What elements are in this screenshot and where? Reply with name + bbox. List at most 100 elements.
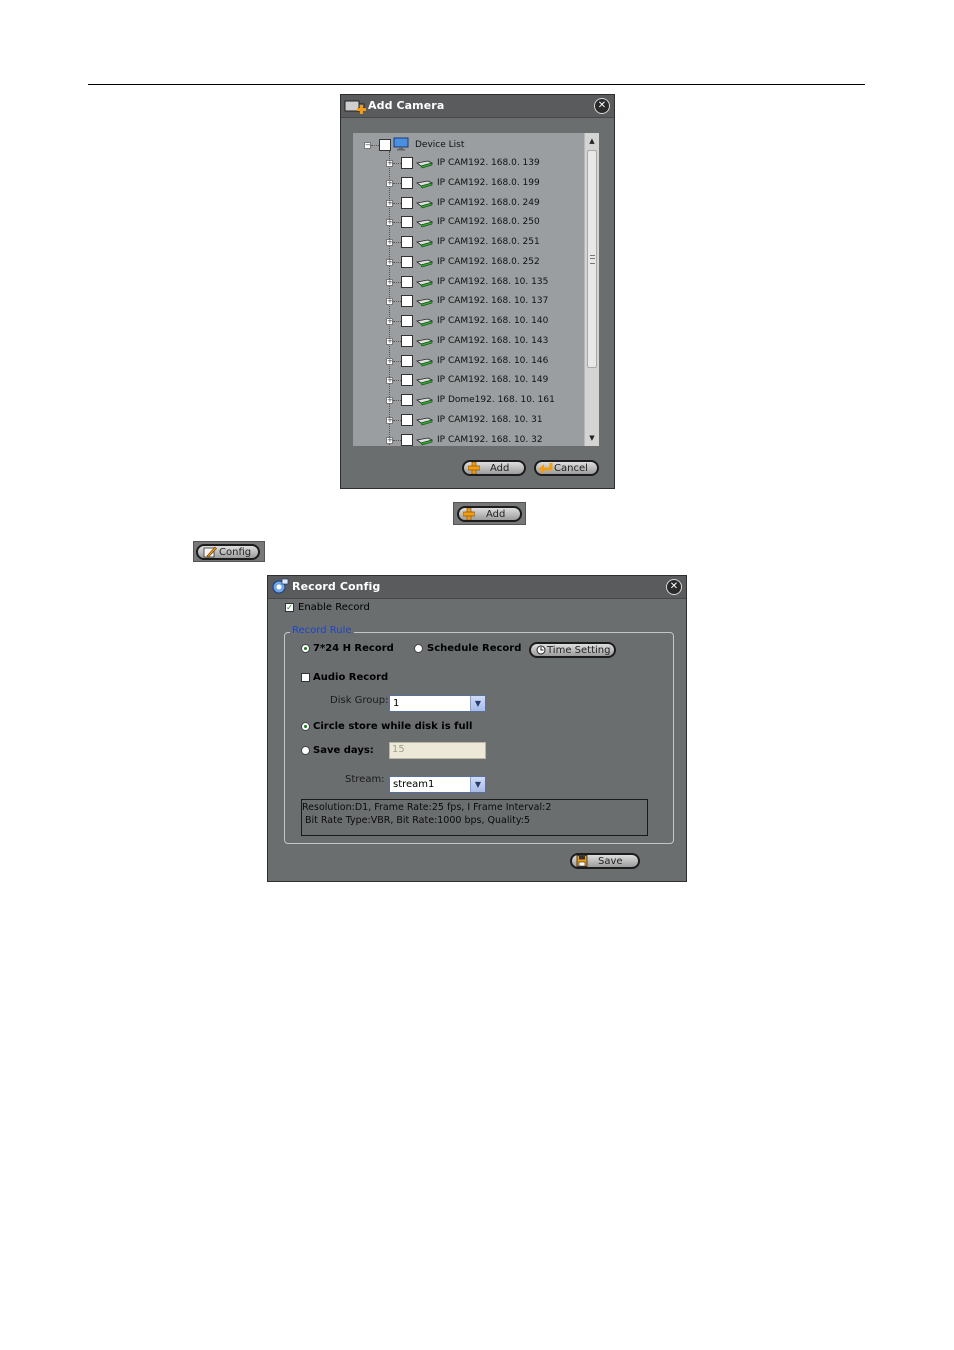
device-checkbox[interactable] — [401, 315, 413, 327]
stream-label: Stream: — [345, 774, 385, 785]
enable-record-checkbox[interactable]: ✓ — [285, 603, 294, 612]
device-row[interactable]: + IP CAM192. 168. 10. 137 — [353, 293, 583, 311]
expand-icon[interactable]: + — [386, 318, 393, 325]
device-row[interactable]: + IP CAM192. 168. 10. 146 — [353, 353, 583, 371]
chevron-down-icon[interactable]: ▼ — [470, 696, 485, 711]
expand-icon[interactable]: + — [386, 298, 393, 306]
add-button[interactable]: Add — [462, 460, 526, 476]
chevron-down-icon[interactable]: ▼ — [470, 777, 485, 792]
expand-icon[interactable]: + — [386, 239, 393, 246]
device-row[interactable]: + IP CAM192. 168. 10. 143 — [353, 333, 583, 351]
device-checkbox[interactable] — [401, 334, 413, 347]
expand-icon[interactable]: + — [386, 258, 393, 266]
device-row[interactable]: + IP CAM192. 168. 10. 135 — [353, 274, 583, 292]
mode-24h-radio[interactable] — [301, 644, 310, 653]
tree-scrollbar[interactable]: ▲ ▼ — [584, 133, 599, 446]
save-days-input[interactable]: 15 — [389, 742, 486, 759]
scroll-down-icon[interactable]: ▼ — [585, 431, 599, 445]
record-config-close-icon[interactable]: ✕ — [666, 579, 682, 595]
device-row[interactable]: + IP CAM192. 168. 10. 32 — [353, 432, 583, 447]
disk-group-select[interactable]: 1 ▼ — [389, 695, 486, 712]
expand-icon[interactable]: + — [386, 219, 393, 227]
page-rule — [88, 84, 865, 85]
config-button[interactable]: Config — [196, 544, 260, 560]
expand-icon[interactable]: + — [386, 160, 393, 167]
add-camera-close-icon[interactable]: ✕ — [594, 98, 610, 114]
device-label: IP CAM192. 168.0. 252 — [437, 256, 540, 267]
expand-icon[interactable]: + — [386, 416, 393, 424]
tree-connector — [371, 145, 379, 146]
add-button-sample[interactable]: Add — [457, 506, 522, 522]
expand-icon[interactable]: + — [386, 357, 393, 365]
expand-icon[interactable]: + — [386, 397, 393, 404]
tree-root-row[interactable]: − Device List — [353, 136, 583, 154]
device-row[interactable]: + IP CAM192. 168. 10. 149 — [353, 372, 583, 390]
expand-icon[interactable]: + — [386, 377, 393, 385]
mode-schedule-radio[interactable] — [414, 644, 423, 653]
return-icon — [539, 463, 553, 474]
audio-record-checkbox[interactable] — [301, 673, 310, 682]
record-config-title: Record Config — [292, 580, 381, 593]
expand-icon[interactable]: + — [386, 278, 393, 286]
device-row[interactable]: + IP CAM192. 168. 10. 140 — [353, 313, 583, 331]
device-checkbox[interactable] — [401, 413, 413, 426]
device-label: IP CAM192. 168. 10. 32 — [437, 434, 543, 445]
collapse-icon[interactable]: − — [364, 142, 371, 149]
device-label: IP CAM192. 168. 10. 143 — [437, 335, 549, 346]
device-checkbox[interactable] — [401, 216, 413, 229]
expand-icon[interactable]: + — [386, 436, 393, 444]
device-row[interactable]: + IP CAM192. 168.0. 252 — [353, 254, 583, 272]
device-checkbox[interactable] — [401, 374, 413, 387]
expand-icon[interactable]: + — [386, 337, 393, 345]
device-checkbox[interactable] — [401, 354, 413, 367]
expand-icon[interactable]: + — [386, 179, 393, 187]
record-config-titlebar[interactable]: Record Config ✕ — [268, 576, 686, 599]
device-label: IP CAM192. 168. 10. 140 — [437, 316, 549, 326]
device-checkbox[interactable] — [401, 255, 413, 268]
device-row[interactable]: + IP CAM192. 168. 10. 31 — [353, 412, 583, 430]
add-camera-titlebar[interactable]: Add Camera ✕ — [341, 95, 614, 118]
device-row[interactable]: + IP CAM192. 168.0. 251 — [353, 234, 583, 252]
tree-connector — [393, 222, 401, 224]
scroll-up-icon[interactable]: ▲ — [585, 134, 599, 148]
plus-icon — [463, 508, 475, 520]
tree-connector — [393, 321, 401, 322]
time-setting-button[interactable]: Time Setting — [529, 642, 616, 658]
mode-schedule-label: Schedule Record — [427, 643, 522, 654]
save-days-radio[interactable] — [301, 746, 310, 755]
stream-select[interactable]: stream1 ▼ — [389, 776, 486, 793]
device-label: IP CAM192. 168.0. 251 — [437, 237, 540, 247]
device-list-checkbox[interactable] — [379, 139, 391, 151]
device-checkbox[interactable] — [401, 275, 413, 288]
time-setting-label: Time Setting — [547, 645, 611, 656]
device-row[interactable]: + IP Dome192. 168. 10. 161 — [353, 392, 583, 410]
scroll-thumb[interactable] — [587, 150, 597, 368]
circle-store-radio[interactable] — [301, 722, 310, 731]
enable-record-label: Enable Record — [298, 602, 370, 613]
device-checkbox[interactable] — [401, 236, 413, 248]
device-checkbox[interactable] — [401, 394, 413, 406]
device-checkbox[interactable] — [401, 433, 413, 446]
device-label: IP CAM192. 168. 10. 31 — [437, 414, 543, 425]
device-row[interactable]: + IP CAM192. 168.0. 199 — [353, 175, 583, 193]
device-checkbox[interactable] — [401, 295, 413, 308]
save-button[interactable]: Save — [570, 853, 640, 869]
camera-icon — [416, 239, 433, 248]
cancel-button[interactable]: Cancel — [534, 460, 599, 476]
device-list-label: Device List — [415, 140, 465, 150]
device-row[interactable]: + IP CAM192. 168.0. 249 — [353, 195, 583, 213]
expand-icon[interactable]: + — [386, 199, 393, 207]
device-row[interactable]: + IP CAM192. 168.0. 250 — [353, 214, 583, 232]
device-checkbox[interactable] — [401, 196, 413, 209]
device-row[interactable]: + IP CAM192. 168.0. 139 — [353, 155, 583, 173]
tree-connector — [393, 419, 401, 421]
device-checkbox[interactable] — [401, 176, 413, 189]
tree-connector — [393, 163, 401, 164]
device-checkbox[interactable] — [401, 157, 413, 169]
tree-connector — [393, 182, 401, 184]
device-tree[interactable]: − Device List + IP CAM192. 168.0. 139 + IP … — [353, 133, 599, 446]
clock-icon — [536, 645, 546, 655]
tree-connector — [393, 261, 401, 263]
circle-store-label: Circle store while disk is full — [313, 721, 473, 732]
camera-icon — [416, 358, 433, 366]
